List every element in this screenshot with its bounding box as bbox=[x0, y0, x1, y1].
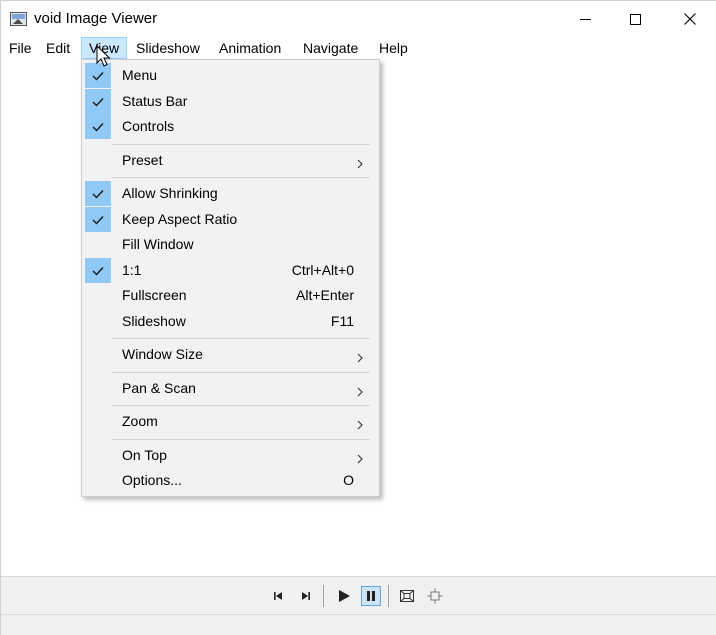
submenu-arrow-icon bbox=[356, 350, 364, 363]
view-menu-item-label: Pan & Scan bbox=[122, 380, 196, 396]
menu-navigate[interactable]: Navigate bbox=[296, 37, 365, 59]
view-menu-item[interactable]: 1:1 Ctrl+Alt+0 bbox=[84, 258, 377, 283]
view-menu-item-label: Slideshow bbox=[122, 313, 186, 329]
app-window: void Image Viewer File Edit View Slidesh… bbox=[0, 0, 716, 635]
view-menu-item-label: Menu bbox=[122, 67, 158, 83]
app-icon bbox=[10, 12, 27, 26]
view-menu-item-label: Preset bbox=[122, 152, 163, 168]
view-menu-item-shortcut: O bbox=[343, 472, 354, 488]
next-button[interactable] bbox=[296, 586, 316, 606]
menu-edit[interactable]: Edit bbox=[39, 37, 77, 59]
view-menu-item[interactable]: On Top bbox=[84, 443, 377, 468]
view-menu-item[interactable]: Keep Aspect Ratio bbox=[84, 207, 377, 232]
actual-size-button[interactable] bbox=[425, 586, 445, 606]
checkmark-icon bbox=[85, 89, 111, 114]
menu-slideshow[interactable]: Slideshow bbox=[129, 37, 207, 59]
menu-help[interactable]: Help bbox=[372, 37, 415, 59]
menu-separator bbox=[112, 372, 370, 373]
submenu-arrow-icon bbox=[356, 451, 364, 464]
view-menu-item[interactable]: Allow Shrinking bbox=[84, 181, 377, 206]
menu-separator bbox=[112, 177, 370, 178]
view-menu-item-label: On Top bbox=[122, 447, 167, 463]
skip-next-icon bbox=[302, 592, 310, 600]
fit-window-icon bbox=[400, 590, 414, 602]
menu-separator bbox=[112, 338, 370, 339]
skip-previous-icon bbox=[274, 592, 282, 600]
maximize-button[interactable] bbox=[610, 1, 660, 37]
title-bar[interactable]: void Image Viewer bbox=[1, 1, 716, 37]
view-menu-item-label: Fill Window bbox=[122, 236, 194, 252]
maximize-icon bbox=[629, 13, 641, 25]
submenu-arrow-icon bbox=[356, 156, 364, 169]
menu-file[interactable]: File bbox=[2, 37, 39, 59]
view-menu-item[interactable]: Controls bbox=[84, 114, 377, 139]
menu-separator bbox=[112, 405, 370, 406]
mouse-cursor-icon bbox=[96, 45, 111, 67]
close-button[interactable] bbox=[665, 1, 715, 37]
view-menu-item-label: 1:1 bbox=[122, 262, 142, 278]
previous-button[interactable] bbox=[268, 586, 288, 606]
submenu-arrow-icon bbox=[356, 417, 364, 430]
play-button[interactable] bbox=[334, 586, 354, 606]
view-menu-item[interactable]: Window Size bbox=[84, 342, 377, 367]
view-menu-item-label: Options... bbox=[122, 472, 182, 488]
view-menu-item-label: Controls bbox=[122, 118, 175, 134]
minimize-button[interactable] bbox=[560, 1, 610, 37]
view-menu-item[interactable]: Fill Window bbox=[84, 232, 377, 257]
fit-window-button[interactable] bbox=[397, 586, 417, 606]
close-icon bbox=[684, 13, 696, 25]
controls-bar bbox=[1, 576, 716, 614]
view-menu-item[interactable]: Preset bbox=[84, 148, 377, 173]
view-menu-item[interactable]: Fullscreen Alt+Enter bbox=[84, 283, 377, 308]
minimize-icon bbox=[579, 18, 591, 20]
view-menu-item[interactable]: Status Bar bbox=[84, 89, 377, 114]
menu-animation[interactable]: Animation bbox=[212, 37, 288, 59]
controls-separator bbox=[388, 585, 389, 607]
checkmark-icon bbox=[85, 181, 111, 206]
view-menu-item-label: Allow Shrinking bbox=[122, 185, 218, 201]
checkmark-icon bbox=[85, 114, 111, 139]
view-menu-item-shortcut: F11 bbox=[330, 313, 354, 329]
view-menu-item-label: Fullscreen bbox=[122, 287, 187, 303]
menu-separator bbox=[112, 144, 370, 145]
view-menu-item[interactable]: Zoom bbox=[84, 409, 377, 434]
view-menu-item-label: Window Size bbox=[122, 346, 203, 362]
status-bar bbox=[1, 614, 716, 635]
view-menu-item[interactable]: Pan & Scan bbox=[84, 376, 377, 401]
view-menu-item[interactable]: Menu bbox=[84, 63, 377, 88]
view-menu-item[interactable]: Options... O bbox=[84, 468, 377, 493]
pause-button[interactable] bbox=[361, 586, 381, 606]
pause-icon bbox=[367, 591, 375, 601]
controls-separator bbox=[323, 585, 324, 607]
view-menu-item-label: Status Bar bbox=[122, 93, 188, 109]
view-menu-item[interactable]: Slideshow F11 bbox=[84, 309, 377, 334]
menu-separator bbox=[112, 439, 370, 440]
submenu-arrow-icon bbox=[356, 384, 364, 397]
view-menu-item-label: Keep Aspect Ratio bbox=[122, 211, 238, 227]
checkmark-icon bbox=[85, 258, 111, 283]
view-menu-item-shortcut: Alt+Enter bbox=[296, 287, 354, 303]
window-title: void Image Viewer bbox=[34, 10, 158, 27]
view-menu-item-shortcut: Ctrl+Alt+0 bbox=[291, 262, 354, 278]
checkmark-icon bbox=[85, 207, 111, 232]
view-menu-item-label: Zoom bbox=[122, 413, 158, 429]
play-icon bbox=[339, 590, 350, 602]
view-menu-dropdown: Menu Status Bar Controls Preset Allow Shrink… bbox=[81, 59, 380, 497]
actual-size-icon bbox=[427, 588, 443, 604]
